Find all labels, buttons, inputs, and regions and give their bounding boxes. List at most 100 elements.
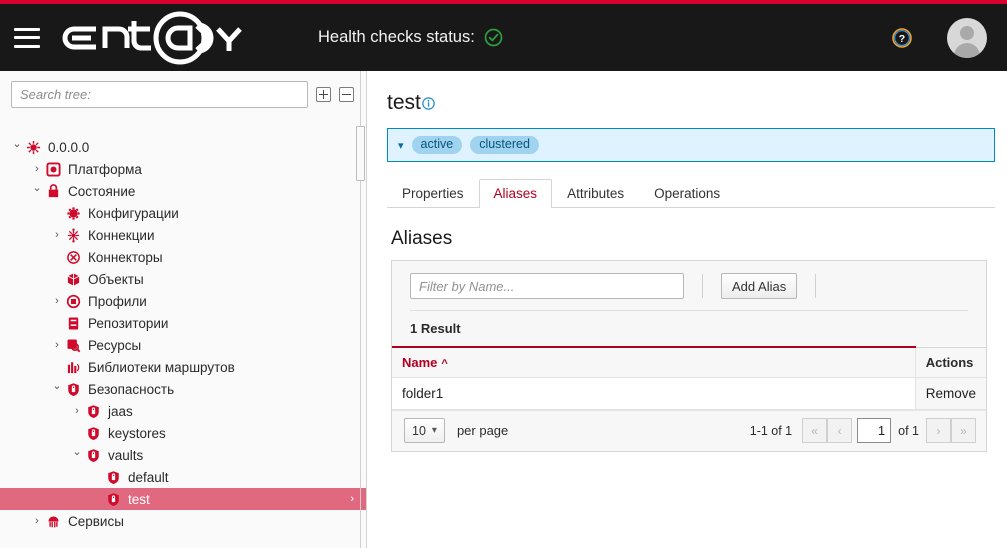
chevron-right-icon[interactable]: › <box>30 516 44 527</box>
shield-icon <box>104 492 122 507</box>
info-circle-icon[interactable] <box>422 92 435 116</box>
pagination-range: 1-1 of 1 <box>750 424 792 438</box>
tree-item-[interactable]: › Коннекции <box>0 224 366 246</box>
filter-by-name-input[interactable] <box>410 273 684 299</box>
tree-item-label: Коннекции <box>88 228 155 243</box>
tree-item-[interactable]: Репозитории <box>0 312 366 334</box>
tree-item-vaults[interactable]: ⌄vaults <box>0 444 366 466</box>
tab-attributes[interactable]: Attributes <box>552 179 639 208</box>
tree-item-[interactable]: ›Ресурсы <box>0 334 366 356</box>
chevron-right-icon[interactable]: › <box>50 340 64 351</box>
previous-page-button[interactable]: ‹ <box>827 418 852 443</box>
tree-item-[interactable]: ⌄Состояние <box>0 180 366 202</box>
chevron-down-icon: ▾ <box>432 425 437 436</box>
aliases-table-head: Name^ Actions <box>392 347 986 378</box>
column-header-name[interactable]: Name^ <box>392 347 915 378</box>
check-circle-icon <box>484 28 503 47</box>
tree-item-jaas[interactable]: ›jaas <box>0 400 366 422</box>
chevron-down-icon[interactable]: ▾ <box>398 139 404 152</box>
help-question-circle-icon[interactable]: ? <box>891 27 913 49</box>
tree-item-0-0-0-0[interactable]: ⌄ 0.0.0.0 <box>0 136 366 158</box>
tree-item-[interactable]: › Сервисы <box>0 510 366 532</box>
route-libraries-icon <box>64 360 82 375</box>
repository-icon <box>64 316 82 331</box>
remove-alias-button[interactable]: Remove <box>915 378 986 410</box>
chevron-down-icon[interactable]: ⌄ <box>30 183 44 194</box>
chevron-right-icon[interactable]: › <box>350 493 354 505</box>
shield-icon <box>64 382 82 397</box>
tree-item-label: Библиотеки маршрутов <box>88 360 235 375</box>
gear-icon <box>64 206 82 221</box>
shield-icon <box>84 426 102 441</box>
next-page-button[interactable]: › <box>926 418 951 443</box>
entaxy-logo[interactable] <box>58 8 258 68</box>
connectors-icon <box>64 250 82 265</box>
tab-aliases[interactable]: Aliases <box>479 179 553 208</box>
chevron-right-icon[interactable]: › <box>30 164 44 175</box>
chevron-right-icon[interactable]: › <box>50 296 64 307</box>
search-tree-input[interactable] <box>11 81 308 108</box>
page-number-input[interactable] <box>857 418 891 443</box>
sort-ascending-icon: ^ <box>441 358 447 370</box>
body-wrapper: ⌄ 0.0.0.0 ›Платформа⌄СостояниеКонфигурации… <box>0 71 1007 548</box>
tree-item-[interactable]: Коннекторы <box>0 246 366 268</box>
connections-icon <box>64 228 82 243</box>
root-node-icon <box>24 140 42 155</box>
svg-text:?: ? <box>899 33 905 45</box>
column-header-actions: Actions <box>915 347 986 378</box>
pagination-controls: 1-1 of 1 « ‹ of 1 › » <box>750 418 976 443</box>
app-header: Health checks status: ? <box>0 4 1007 71</box>
tree-item-label: Профили <box>88 294 147 309</box>
page-title-text: test <box>387 91 421 115</box>
chevron-down-icon[interactable]: ⌄ <box>10 139 24 150</box>
status-panel: ▾ active clustered <box>387 128 995 162</box>
tree-item-[interactable]: Конфигурации <box>0 202 366 224</box>
tab-properties[interactable]: Properties <box>387 179 479 208</box>
toolbar-divider-2 <box>815 274 816 298</box>
tree-item-[interactable]: ⌄Безопасность <box>0 378 366 400</box>
avatar-body <box>954 43 980 58</box>
table-row[interactable]: folder1Remove <box>392 378 986 410</box>
tree-search-row <box>0 71 366 114</box>
shield-icon <box>84 448 102 463</box>
chevron-right-icon[interactable]: › <box>50 230 64 241</box>
avatar-head <box>960 26 974 40</box>
first-page-button[interactable]: « <box>802 418 827 443</box>
last-page-button[interactable]: » <box>951 418 976 443</box>
total-pages-label: of 1 <box>898 424 919 438</box>
tree-item-[interactable]: ›Платформа <box>0 158 366 180</box>
tab-operations[interactable]: Operations <box>639 179 735 208</box>
chevron-down-icon[interactable]: ⌄ <box>50 381 64 392</box>
tree-item-label: 0.0.0.0 <box>48 140 89 155</box>
tree-item-[interactable]: Объекты <box>0 268 366 290</box>
user-avatar[interactable] <box>947 18 987 58</box>
chevron-down-icon[interactable]: ⌄ <box>70 447 84 458</box>
hamburger-menu-icon[interactable] <box>14 28 40 48</box>
chevron-right-icon[interactable]: › <box>70 406 84 417</box>
platform-icon <box>44 162 62 177</box>
per-page-select[interactable]: 10 ▾ <box>404 418 445 443</box>
result-count: 1 Result <box>392 311 986 346</box>
add-alias-button[interactable]: Add Alias <box>721 273 797 299</box>
tree-item-label: Репозитории <box>88 316 168 331</box>
status-pill-active: active <box>412 136 463 154</box>
tree-item-label: Сервисы <box>68 514 124 529</box>
resources-icon <box>64 338 82 353</box>
tree-item-[interactable]: › Профили <box>0 290 366 312</box>
aliases-table-body: folder1Remove <box>392 378 986 410</box>
sidebar-scrollbar-thumb[interactable] <box>356 126 365 181</box>
tree-item-default[interactable]: default <box>0 466 366 488</box>
collapse-all-icon[interactable] <box>339 87 354 102</box>
per-page-value: 10 <box>412 424 426 438</box>
tree-item-label: default <box>128 470 169 485</box>
toolbar-divider-1 <box>702 274 703 298</box>
tree-item-keystores[interactable]: keystores <box>0 422 366 444</box>
tree-item-test[interactable]: test› <box>0 488 366 510</box>
aliases-panel: Add Alias 1 Result Name^ Actions <box>391 260 987 452</box>
tab-bar: PropertiesAliasesAttributesOperations <box>387 176 995 208</box>
cell-name: folder1 <box>392 378 915 410</box>
expand-all-icon[interactable] <box>316 87 331 102</box>
tree-item-[interactable]: Библиотеки маршрутов <box>0 356 366 378</box>
services-icon <box>44 514 62 529</box>
aliases-toolbar: Add Alias <box>392 261 986 310</box>
